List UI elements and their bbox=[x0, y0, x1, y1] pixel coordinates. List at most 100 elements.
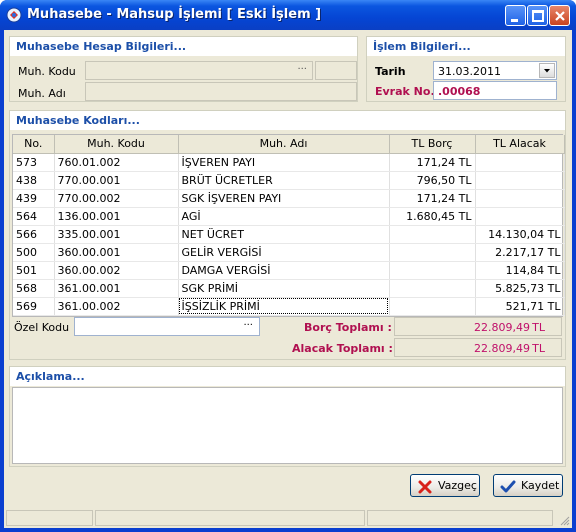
borc-toplami-field: 22.809,49 TL bbox=[394, 317, 562, 336]
table-row[interactable]: 500 360.00.001 GELİR VERGİSİ 2.217,17 TL bbox=[13, 243, 565, 262]
cell-muh-kodu[interactable]: 360.00.001 bbox=[54, 243, 179, 262]
cell-tl-borc[interactable] bbox=[389, 279, 476, 298]
cell-muh-kodu[interactable]: 760.01.002 bbox=[54, 153, 179, 172]
borc-toplami-label: Borç Toplamı : bbox=[304, 321, 392, 334]
table-row[interactable]: 438 770.00.001 BRÜT ÜCRETLER 796,50 TL bbox=[13, 171, 565, 190]
cell-no[interactable]: 439 bbox=[13, 189, 55, 208]
cell-muh-kodu[interactable]: 335.00.001 bbox=[54, 225, 179, 244]
evrak-no-field[interactable]: .00068 bbox=[433, 81, 557, 100]
alacak-toplami-label: Alacak Toplamı : bbox=[292, 342, 393, 355]
table-row[interactable]: 568 361.00.001 SGK PRİMİ 5.825,73 TL bbox=[13, 279, 565, 298]
cell-muh-kodu[interactable]: 136.00.001 bbox=[54, 207, 179, 226]
cell-muh-adi[interactable]: SGK İŞVEREN PAYI bbox=[178, 189, 390, 208]
evrak-no-label: Evrak No. bbox=[375, 85, 435, 98]
cell-no[interactable]: 500 bbox=[13, 243, 55, 262]
vazgec-label: Vazgeç bbox=[438, 479, 477, 492]
kaydet-button[interactable]: Kaydet bbox=[493, 474, 563, 497]
tarih-value: 31.03.2011 bbox=[438, 65, 501, 78]
tarih-field[interactable]: 31.03.2011 bbox=[433, 61, 557, 80]
cell-no[interactable]: 568 bbox=[13, 279, 55, 298]
vazgec-button[interactable]: Vazgeç bbox=[410, 474, 480, 497]
cell-tl-alacak[interactable]: 14.130,04 TL bbox=[475, 225, 565, 244]
cell-tl-alacak[interactable]: 114,84 TL bbox=[475, 261, 565, 280]
table-row[interactable]: 569 361.00.002 İŞSİZLİK PRİMİ 521,71 TL bbox=[13, 297, 565, 316]
maximize-button[interactable] bbox=[527, 5, 548, 26]
table-row[interactable]: 573 760.01.002 İŞVEREN PAYI 171,24 TL bbox=[13, 153, 565, 172]
cell-tl-borc[interactable]: 1.680,45 TL bbox=[389, 207, 476, 226]
table-header-row: No. Muh. Kodu Muh. Adı TL Borç TL Alacak bbox=[13, 135, 565, 154]
borc-toplami-value: 22.809,49 bbox=[474, 321, 530, 334]
cell-muh-kodu[interactable]: 360.00.002 bbox=[54, 261, 179, 280]
column-header-tl-alacak[interactable]: TL Alacak bbox=[475, 135, 565, 154]
minimize-button[interactable] bbox=[505, 5, 526, 26]
tarih-dropdown-button[interactable] bbox=[539, 63, 555, 78]
cell-no[interactable]: 438 bbox=[13, 171, 55, 190]
cell-tl-borc[interactable]: 171,24 TL bbox=[389, 153, 476, 172]
muh-kodu-label: Muh. Kodu bbox=[18, 65, 76, 78]
muh-kodu-extra-field[interactable] bbox=[315, 61, 357, 80]
aciklama-textarea[interactable] bbox=[12, 387, 563, 464]
muh-adi-field[interactable] bbox=[85, 82, 357, 101]
alacak-toplami-value: 22.809,49 bbox=[474, 342, 530, 355]
cell-muh-adi[interactable]: AGİ bbox=[178, 207, 390, 226]
status-bar bbox=[4, 508, 572, 528]
cell-tl-borc[interactable] bbox=[389, 261, 476, 280]
islem-bilgileri-group: İşlem Bilgileri... Tarih 31.03.2011 Evra… bbox=[366, 36, 566, 102]
alacak-toplami-field: 22.809,49 TL bbox=[394, 338, 562, 357]
cell-muh-kodu[interactable]: 770.00.002 bbox=[54, 189, 179, 208]
cell-tl-borc[interactable]: 796,50 TL bbox=[389, 171, 476, 190]
cell-muh-kodu[interactable]: 770.00.001 bbox=[54, 171, 179, 190]
cell-muh-adi[interactable]: GELİR VERGİSİ bbox=[178, 243, 390, 262]
muh-kodu-field[interactable]: ··· bbox=[85, 61, 313, 80]
aciklama-group: Açıklama... bbox=[9, 366, 566, 467]
checkmark-icon bbox=[500, 480, 516, 493]
cell-muh-adi[interactable]: NET ÜCRET bbox=[178, 225, 390, 244]
title-bar[interactable]: Muhasebe - Mahsup İşlemi [ Eski İşlem ] bbox=[0, 0, 576, 30]
cell-muh-kodu[interactable]: 361.00.001 bbox=[54, 279, 179, 298]
window-title: Muhasebe - Mahsup İşlemi [ Eski İşlem ] bbox=[27, 7, 322, 22]
cell-muh-adi[interactable]: İŞSİZLİK PRİMİ bbox=[178, 297, 390, 316]
cell-tl-borc[interactable]: 171,24 TL bbox=[389, 189, 476, 208]
cell-muh-adi[interactable]: BRÜT ÜCRETLER bbox=[178, 171, 390, 190]
window-client: Muhasebe Hesap Bilgileri... Muh. Kodu ··… bbox=[4, 30, 572, 528]
column-header-muh-kodu[interactable]: Muh. Kodu bbox=[54, 135, 179, 154]
table-row[interactable]: 566 335.00.001 NET ÜCRET 14.130,04 TL bbox=[13, 225, 565, 244]
cell-muh-adi[interactable]: DAMGA VERGİSİ bbox=[178, 261, 390, 280]
column-header-no[interactable]: No. bbox=[13, 135, 55, 154]
muhasebe-kodlari-title: Muhasebe Kodları... bbox=[10, 111, 565, 130]
close-button[interactable] bbox=[549, 5, 570, 26]
table-row[interactable]: 501 360.00.002 DAMGA VERGİSİ 114,84 TL bbox=[13, 261, 565, 280]
muh-kodu-lookup-button[interactable]: ··· bbox=[297, 64, 307, 75]
cell-no[interactable]: 569 bbox=[13, 297, 55, 316]
table-row[interactable]: 439 770.00.002 SGK İŞVEREN PAYI 171,24 TL bbox=[13, 189, 565, 208]
cell-tl-alacak[interactable] bbox=[475, 189, 565, 208]
cell-tl-alacak[interactable]: 5.825,73 TL bbox=[475, 279, 565, 298]
muhasebe-kodlari-grid[interactable]: No. Muh. Kodu Muh. Adı TL Borç TL Alacak… bbox=[12, 134, 565, 317]
cell-no[interactable]: 566 bbox=[13, 225, 55, 244]
app-icon bbox=[6, 7, 22, 23]
cell-no[interactable]: 573 bbox=[13, 153, 55, 172]
ozel-kodu-field[interactable]: ··· bbox=[74, 317, 260, 336]
chevron-down-icon bbox=[544, 69, 550, 73]
cell-tl-alacak[interactable] bbox=[475, 207, 565, 226]
cell-muh-kodu[interactable]: 361.00.002 bbox=[54, 297, 179, 316]
cell-no[interactable]: 564 bbox=[13, 207, 55, 226]
aciklama-title: Açıklama... bbox=[10, 367, 565, 386]
kaydet-label: Kaydet bbox=[521, 479, 560, 492]
cell-tl-alacak[interactable] bbox=[475, 153, 565, 172]
column-header-tl-borc[interactable]: TL Borç bbox=[389, 135, 476, 154]
cell-tl-alacak[interactable]: 2.217,17 TL bbox=[475, 243, 565, 262]
ozel-kodu-lookup-button[interactable]: ··· bbox=[243, 320, 253, 331]
status-cell-1 bbox=[6, 510, 93, 526]
cell-tl-alacak[interactable] bbox=[475, 171, 565, 190]
resize-grip-icon[interactable] bbox=[558, 514, 570, 526]
cell-no[interactable]: 501 bbox=[13, 261, 55, 280]
cell-muh-adi[interactable]: SGK PRİMİ bbox=[178, 279, 390, 298]
table-row[interactable]: 564 136.00.001 AGİ 1.680,45 TL bbox=[13, 207, 565, 226]
cell-tl-borc[interactable] bbox=[389, 225, 476, 244]
cell-muh-adi[interactable]: İŞVEREN PAYI bbox=[178, 153, 390, 172]
cell-tl-borc[interactable] bbox=[389, 243, 476, 262]
column-header-muh-adi[interactable]: Muh. Adı bbox=[178, 135, 390, 154]
cell-tl-borc[interactable] bbox=[389, 297, 476, 316]
cell-tl-alacak[interactable]: 521,71 TL bbox=[475, 297, 565, 316]
